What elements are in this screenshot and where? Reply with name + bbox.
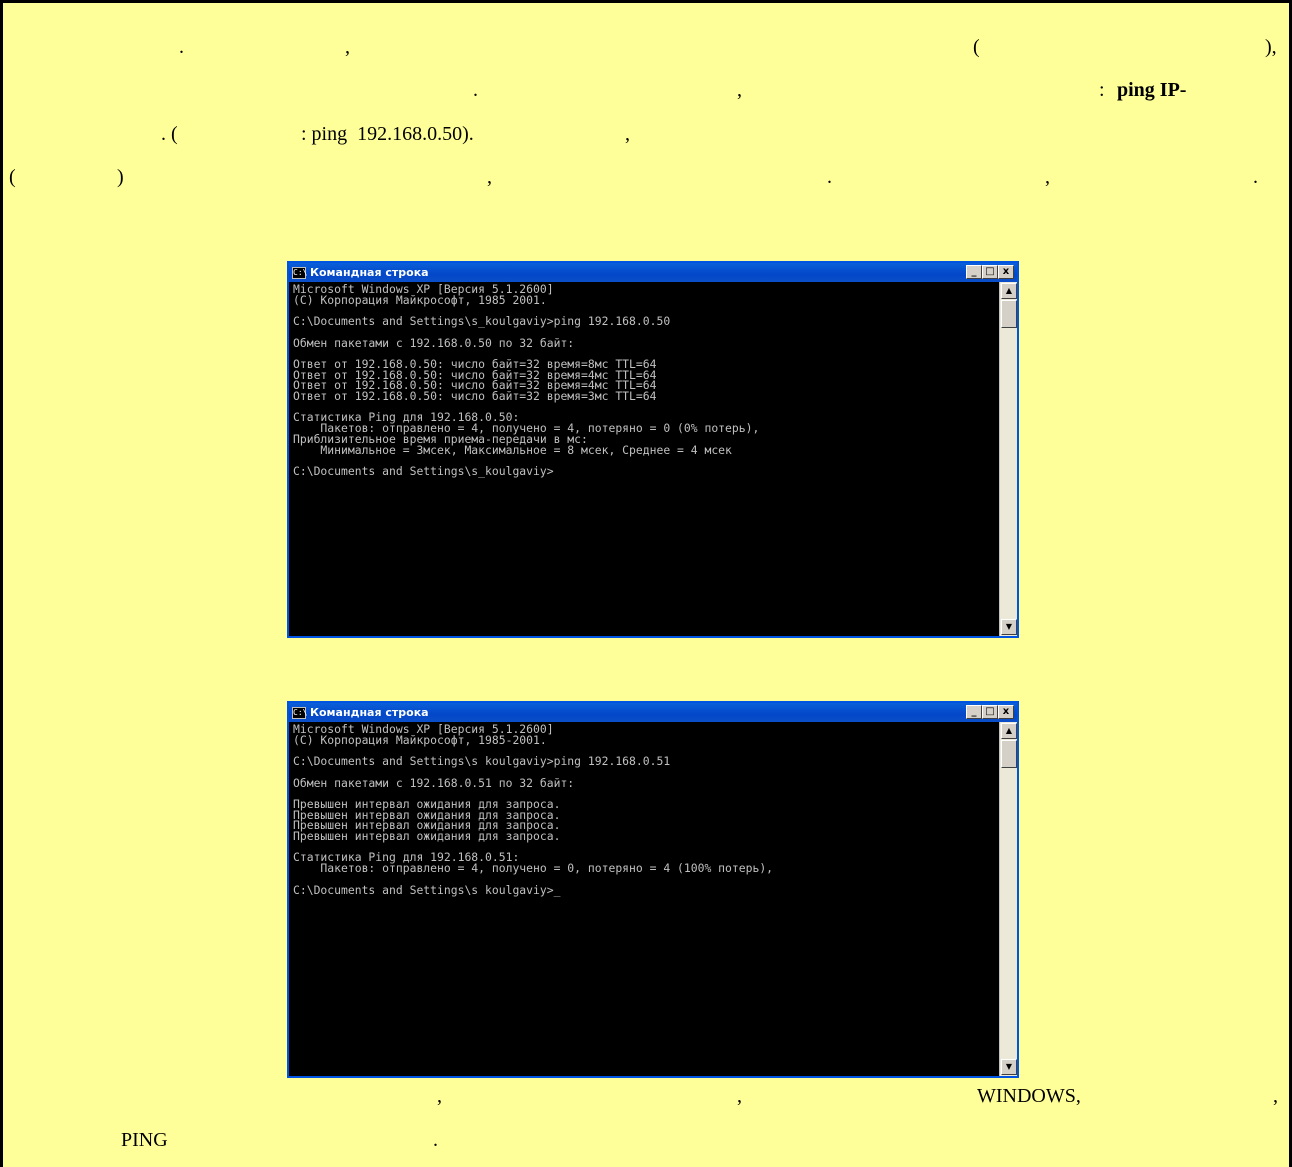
- text-fragment: ,: [437, 1085, 442, 1107]
- console-line: C:\Documents and Settings\s koulgaviy>_: [293, 882, 561, 897]
- text-fragment: . (: [161, 123, 178, 145]
- maximize-button[interactable]: □: [982, 705, 998, 719]
- text-fragment: ,: [625, 123, 630, 145]
- console-output[interactable]: Microsoft Windows XP [Версия 5.1.2600] (С…: [293, 724, 995, 1076]
- minimize-button[interactable]: _: [966, 705, 982, 719]
- command-prompt-window[interactable]: C:\ Командная строка _ □ x Microsoft Win…: [287, 261, 1019, 638]
- text-fragment: ,: [487, 166, 492, 188]
- vertical-scrollbar[interactable]: ▲ ▼: [999, 282, 1017, 636]
- text-fragment: ,: [1273, 1085, 1278, 1107]
- console-line: Превышен интервал ожидания для запроса.: [293, 829, 561, 844]
- console-line: Ответ от 192.168.0.50: число байт=32 вре…: [293, 389, 657, 404]
- scroll-down-button[interactable]: ▼: [1001, 619, 1017, 635]
- text-fragment-example: : ping 192.168.0.50).: [301, 123, 474, 145]
- text-fragment: (: [973, 36, 980, 58]
- text-fragment: ,: [737, 79, 742, 101]
- console-line: Минимальное = 3мсек, Максимальное = 8 мс…: [293, 442, 732, 457]
- text-fragment: ,: [737, 1085, 742, 1107]
- scroll-down-button[interactable]: ▼: [1001, 1059, 1017, 1075]
- console-line: C:\Documents and Settings\s koulgaviy>pi…: [293, 754, 671, 769]
- text-fragment: ,: [345, 36, 350, 58]
- console-line: (С) Корпорация Майкрософт, 1985 2001.: [293, 292, 547, 307]
- document-page: . , ( ), . , : ping IP- . ( : ping 192.1…: [0, 0, 1292, 1167]
- console-body[interactable]: Microsoft Windows XP [Версия 5.1.2600] (С…: [289, 722, 1017, 1076]
- text-fragment-windows: WINDOWS,: [977, 1085, 1081, 1107]
- close-button[interactable]: x: [998, 705, 1014, 719]
- console-line: (С) Корпорация Майкрософт, 1985-2001.: [293, 732, 547, 747]
- window-title: Командная строка: [310, 266, 429, 279]
- console-line: Обмен пакетами с 192.168.0.51 по 32 байт…: [293, 775, 575, 790]
- text-fragment: ,: [1045, 166, 1050, 188]
- console-output[interactable]: Microsoft Windows XP [Версия 5.1.2600] (С…: [293, 284, 995, 636]
- console-line: C:\Documents and Settings\s_koulgaviy>: [293, 463, 554, 478]
- window-titlebar[interactable]: C:\ Командная строка _ □ x: [289, 703, 1017, 722]
- minimize-button[interactable]: _: [966, 265, 982, 279]
- text-fragment: :: [1099, 79, 1105, 101]
- text-fragment: ): [117, 166, 124, 188]
- text-fragment: ),: [1265, 36, 1277, 58]
- maximize-button[interactable]: □: [982, 265, 998, 279]
- console-body[interactable]: Microsoft Windows XP [Версия 5.1.2600] (С…: [289, 282, 1017, 636]
- text-fragment: .: [473, 79, 478, 101]
- window-title: Командная строка: [310, 706, 429, 719]
- console-line: Обмен пакетами с 192.168.0.50 по 32 байт…: [293, 335, 575, 350]
- cmd-icon: C:\: [292, 266, 308, 279]
- text-fragment: .: [1253, 166, 1258, 188]
- window-titlebar[interactable]: C:\ Командная строка _ □ x: [289, 263, 1017, 282]
- text-fragment: .: [827, 166, 832, 188]
- text-fragment-ping-command: ping IP-: [1117, 79, 1187, 101]
- text-fragment-ping: PING: [121, 1129, 168, 1151]
- scroll-up-button[interactable]: ▲: [1001, 723, 1017, 739]
- cmd-icon: C:\: [292, 706, 308, 719]
- text-fragment: .: [179, 36, 184, 58]
- scroll-thumb[interactable]: [1001, 740, 1017, 768]
- close-button[interactable]: x: [998, 265, 1014, 279]
- scroll-thumb[interactable]: [1001, 300, 1017, 328]
- text-fragment: (: [9, 166, 16, 188]
- console-line: Пакетов: отправлено = 4, получено = 0, п…: [293, 861, 774, 876]
- command-prompt-window[interactable]: C:\ Командная строка _ □ x Microsoft Win…: [287, 701, 1019, 1078]
- vertical-scrollbar[interactable]: ▲ ▼: [999, 722, 1017, 1076]
- console-line: C:\Documents and Settings\s_koulgaviy>pi…: [293, 314, 671, 329]
- scroll-up-button[interactable]: ▲: [1001, 283, 1017, 299]
- text-fragment: .: [433, 1129, 438, 1151]
